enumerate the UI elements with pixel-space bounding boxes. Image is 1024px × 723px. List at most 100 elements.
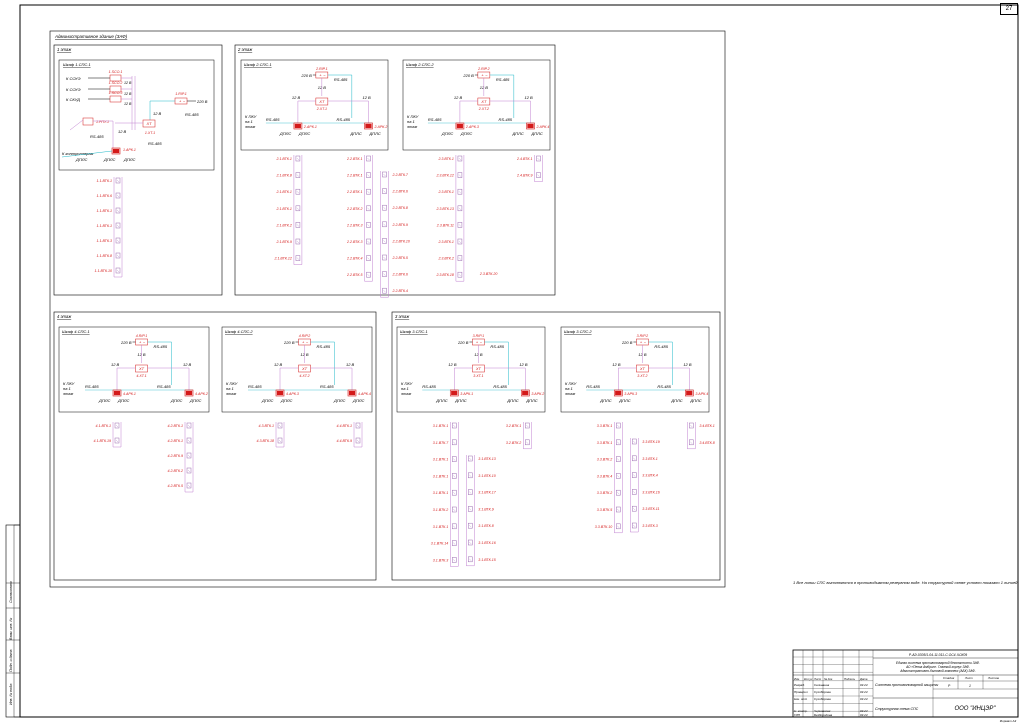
cab-Шкаф 3.СПС.1-ark2-rs485: RS-485: [493, 384, 507, 389]
cab-Шкаф 2.СПС.1-dpls-b: ДПЛС: [368, 131, 380, 136]
cab-Шкаф 2.СПС.1-ark-label: 2.АРК.2: [373, 125, 387, 129]
f2-chain-21-detector: [295, 222, 301, 228]
cab-Шкаф 3.СПС.2-ark2-rs485: RS-485: [657, 384, 671, 389]
cab-Шкаф 4.СПС.2-dpls-b: ДПЛС: [280, 398, 292, 403]
f2-chain-22a-detector: [366, 238, 371, 245]
f2-chain-23-label: 2.3.ВТК.12: [435, 174, 453, 178]
f2-chain-22a-label: 2.2.ВТК.1: [346, 157, 362, 161]
cab-Шкаф 4.СПС.2-ark-indicator: [276, 390, 284, 396]
cab-Шкаф 4.СПС.2-ark-indicator: [348, 390, 356, 396]
f2-chain-21-label: 2.1.ВТК.2: [275, 223, 291, 227]
cab-Шкаф 4.СПС.1-ark-label: 4.АРК.2: [195, 392, 208, 396]
f2-chain-22a-detector: [366, 222, 371, 228]
title-block-name: Сухоборова: [814, 690, 831, 694]
cab-Шкаф 4.СПС.1-dpls-b: ДПЛС: [117, 398, 129, 403]
f4-chain-43-label: 4.3.ВТК.1: [259, 424, 274, 428]
cab-Шкаф 4.СПС.1-frame: [58, 326, 210, 413]
f1-cab-xt-text: XT: [145, 121, 152, 126]
cab-Шкаф 4.СПС.1-dpls-b: ДПЛС: [189, 398, 201, 403]
f3-chain-31a-detector: [452, 557, 457, 563]
f1-cab-rpu-line: [69, 119, 84, 131]
f3-chain-33a-label: 3.3.ВТК.1: [597, 441, 612, 445]
cab-Шкаф 3.СПС.1-etazh: этаж: [401, 391, 411, 396]
f1-chain-detector: [115, 177, 121, 184]
f4-chain-42-detector: [186, 452, 192, 459]
cab-Шкаф 2.СПС.1-xt-label: 2.XT.1: [316, 107, 327, 111]
cab-Шкаф 4.СПС.1-220v-label: 220 В: [120, 340, 132, 345]
f3-chain-31b-label: 3.1.ВТК.15: [478, 558, 495, 562]
title-block-system: Система противопожарной защиты: [875, 683, 939, 687]
f1-cab-rpu-block: [82, 117, 94, 126]
cab-Шкаф 4.СПС.1-title: Шкаф 4.СПС.1: [62, 329, 90, 334]
f2-chain-24-label: 2.4.ВТК.1: [516, 157, 532, 161]
cab-Шкаф 3.СПС.1-ark-indicator: [451, 390, 458, 396]
f3-chain-33b-label: 3.3.ВТК.19: [642, 440, 659, 444]
cab-Шкаф 2.СПС.2-rip-rs485: RS-485: [496, 77, 510, 82]
cab-Шкаф 2.СПС.1-220v-label: 220 В: [300, 73, 312, 78]
cab-Шкаф 3.СПС.2-frame: [560, 326, 710, 413]
title-block-stage: Р: [948, 684, 951, 688]
f3-chain-33b-detector: [632, 438, 637, 445]
f4-chain-41-detector: [114, 437, 120, 444]
f1-cab-ark-rs485: RS-485: [148, 141, 162, 146]
f3-chain-33a-detector: [616, 439, 621, 446]
f3-chain-31b-detector: [468, 506, 473, 512]
cab-Шкаф 3.СПС.2-ark-indicator: [615, 390, 622, 396]
cab-Шкаф 3.СПС.1-dpls-a: ДПЛС: [435, 398, 447, 403]
f3-chain-34-label: 3.4.ВТК.8: [699, 441, 714, 445]
cab-Шкаф 3.СПС.2-etazh: этаж: [565, 391, 575, 396]
f3-chain-33b-label: 3.3.ВТК.16: [642, 490, 659, 494]
title-block-name: Безбородова: [814, 713, 832, 717]
cab-Шкаф 4.СПС.1-ark2-rs485: RS-485: [157, 384, 171, 389]
f1-cab-xt-label: 1.XT.1: [145, 131, 155, 135]
f2-chain-22b-label: 2.2.ВТК.7: [391, 173, 408, 177]
cab-Шкаф 4.СПС.1-ark-label: 4.АРК.1: [123, 392, 136, 396]
f2-chain-22b-label: 2.2.ВТК.10: [391, 239, 409, 243]
cab-Шкаф 4.СПС.1-ark-indicator: [185, 390, 193, 396]
cab-Шкаф 2.СПС.2-title: Шкаф 2.СПС.2: [406, 62, 434, 67]
f2-chain-23-detector: [457, 255, 463, 261]
f4-chain-42-label: 4.2.ВТК.9: [168, 454, 183, 458]
cab-Шкаф 3.СПС.2-ark1-12v: 12 В: [612, 362, 621, 367]
f2-chain-23-detector: [457, 155, 463, 162]
f3-chain-34-detector: [689, 422, 694, 429]
cab-Шкаф 4.СПС.1-ark-indicator: [113, 390, 121, 396]
f3-chain-33a-label: 3.3.ВТК.10: [595, 525, 612, 529]
f1-cab-sco-12v: 12 В: [124, 102, 132, 106]
f1-chain-label: 1.1.ВТК.1: [97, 179, 112, 183]
drawing-frame: [19, 4, 1019, 718]
f4-chain-44-label: 4.4.ВТК.9: [337, 439, 352, 443]
cab-Шкаф 2.СПС.2-ark-indicator: [456, 123, 464, 129]
f4-chain-42-label: 4.2.ВТК.1: [168, 439, 183, 443]
f3-chain-31a-label: 3.1.ВТК.1: [433, 474, 448, 478]
title-block-role: Проверил: [794, 690, 808, 694]
f2-chain-21-label: 2.1.ВТК.9: [275, 240, 291, 244]
title-block-hdr: Изм.: [794, 677, 800, 681]
f2-chain-24-detector: [536, 155, 541, 162]
f2-chain-23-detector: [457, 188, 463, 195]
f3-chain-31b-label: 3.1.ВТК.17: [478, 491, 496, 495]
cab-Шкаф 2.СПС.1-ark1-rs485: RS-485: [266, 117, 280, 122]
f3-chain-33a-detector: [616, 473, 621, 479]
title-block-role: Нач. отд.: [794, 697, 808, 701]
f1-cab-rpu-label: 1.РПУ.1: [96, 120, 109, 124]
cab-Шкаф 3.СПС.2-rip-rs485: RS-485: [654, 344, 668, 349]
cab-Шкаф 2.СПС.1-ark-indicator: [294, 123, 302, 129]
title-block-code: Р-АЭ-0305/1-04-11.011-С.ОС4-ЧСК09: [909, 653, 967, 657]
f2-chain-22b-label: 2.2.ВТК.6: [391, 273, 407, 277]
f1-cab-ext-label: К СКУД: [66, 97, 80, 102]
f1-cab-ext-label: К СОУЭ: [66, 76, 81, 81]
cab-Шкаф 3.СПС.1-ark-label: 3.АРК.2: [531, 392, 544, 396]
title-block-sheet-title: Структурная схема СПС: [875, 707, 919, 711]
left-strip-label: Согласовано: [9, 581, 13, 603]
f3-chain-31b-detector: [468, 556, 473, 563]
f2-chain-22a-label: 2.2.ВТК.3: [346, 240, 362, 244]
f3-chain-33a-label: 3.3.ВТК.4: [597, 474, 612, 478]
f2-chain-22b-detector: [382, 271, 387, 277]
f3-chain-31b-label: 3.1.ВТК.8: [478, 524, 493, 528]
f3-chain-33a-label: 3.3.ВТК.5: [597, 508, 612, 512]
f2-chain-23b: 2.3.ВТК.20: [479, 272, 497, 276]
f1-cab-rpu-rs485: RS-485: [90, 134, 104, 139]
f3-chain-33b-label: 3.3.ВТК.1: [642, 457, 657, 461]
floor4-frame: [53, 311, 377, 581]
